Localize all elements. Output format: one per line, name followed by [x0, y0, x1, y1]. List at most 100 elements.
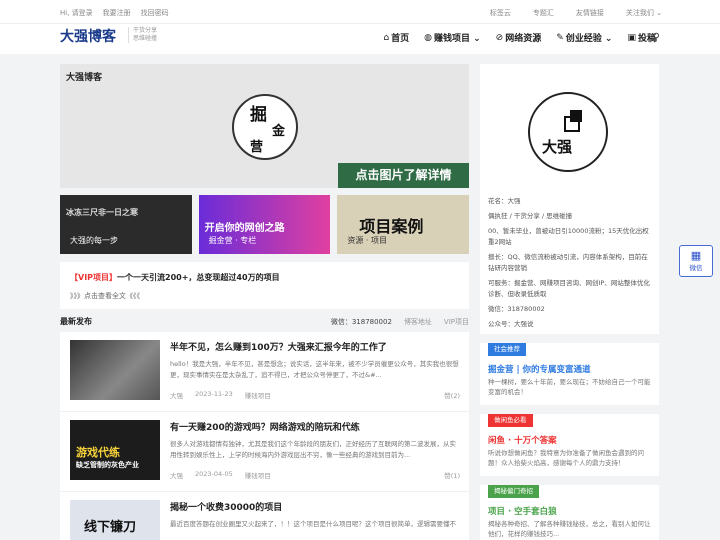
- nav-item-experience[interactable]: ✎ 创业经验 ⌄: [556, 31, 613, 45]
- follow-us-link[interactable]: 关注我们 ⌄: [626, 8, 662, 18]
- promo-title[interactable]: 掘金营 | 你的专属变富通道: [488, 363, 591, 375]
- thumb-headline: 冰冻三尺非一日之寒: [66, 208, 138, 217]
- post-title[interactable]: 揭秘一个收费30000的项目: [170, 500, 282, 513]
- wechat-id: 微信：318780002: [330, 318, 392, 326]
- vip-card[interactable]: 【VIP项目】一个一天引流200+，总变现超过40万的项目 》》》点击查看全文《…: [60, 262, 469, 309]
- main-nav: 大强博客 干货分享 思维碰撞 ⌂ 首页 ◍ 赚钱项目 ⌄ ⊘ 网络资源 ✎ 创业经验 ⌄…: [0, 24, 720, 54]
- post-excerpt: hello！我是大强，半年不见，甚是想念；说实话，这半年来，被不少学员催更公众号…: [170, 360, 459, 379]
- wechat-float-label: 微信: [689, 264, 703, 272]
- post-meta: 大强 2023-04-05 赚钱项目 赞(1): [170, 470, 460, 480]
- thumb-caption: 资源 · 项目: [347, 236, 387, 245]
- nav-item-label: 赚钱项目 ⌄: [433, 34, 481, 44]
- post-author[interactable]: 大强: [170, 390, 183, 400]
- edit-icon: ▣: [627, 32, 636, 43]
- logo-square-outline: [564, 116, 580, 132]
- vip-title: 【VIP项目】一个一天引流200+，总变现超过40万的项目: [70, 272, 280, 283]
- nav-menu: ⌂ 首页 ◍ 赚钱项目 ⌄ ⊘ 网络资源 ✎ 创业经验 ⌄ ▣ 投稿: [383, 31, 656, 45]
- vip-read-more[interactable]: 》》》点击查看全文《《《: [70, 291, 140, 301]
- vip-tag: 【VIP项目】: [70, 273, 118, 282]
- featured-thumbs: 冰冻三尺非一日之寒 大强的每一步 开启你的网创之路 掘金营 · 专栏 项目案例 …: [60, 195, 470, 254]
- site-logo[interactable]: 大强博客: [60, 26, 116, 46]
- post-likes[interactable]: 赞(2): [444, 390, 460, 400]
- profile-line: 花名：大强: [488, 197, 521, 205]
- thumbnail-headline: 线下镰刀: [84, 520, 137, 535]
- post-category[interactable]: 赚钱项目: [245, 470, 271, 480]
- forgot-password-link[interactable]: 找回密码: [141, 8, 169, 18]
- author-info: 花名：大强 偶执狂 / 干货分享 / 思维碰撞 00、暂未毕业，曾被动日引100…: [488, 196, 653, 334]
- profile-line: 00、暂未毕业，曾被动日引10000流粉；15天优化出权重2网站: [488, 227, 649, 246]
- promo-card[interactable]: 做闲鱼必看 闲鱼 · 十万个答案 听说你想做闲鱼？我特意为你准备了做闲鱼会遇到的…: [480, 414, 659, 476]
- promo-desc: 种一棵树，要么十年前，要么现在；不妨给自己一个可能变富的机会！: [488, 378, 651, 396]
- friend-links-link[interactable]: 友情链接: [576, 8, 604, 18]
- search-icon[interactable]: ⚲: [653, 32, 660, 43]
- post-thumbnail[interactable]: 线下镰刀: [70, 500, 160, 540]
- post-date: 2023-04-05: [195, 470, 233, 478]
- banner-cta[interactable]: 点击图片了解详情: [338, 163, 469, 188]
- promo-badge: 社会推荐: [488, 343, 526, 356]
- post-item[interactable]: 线下镰刀 揭秘一个收费30000的项目 最近百度答题在创业圈里又火起来了，！！这…: [60, 492, 469, 540]
- topics-link[interactable]: 专题汇: [533, 8, 554, 18]
- profile-line: 擅长：QQ、微信流粉被动引流，内容体系架构，目前在钻研内容营销: [488, 253, 648, 272]
- top-left-links: Hi, 请登录 我要注册 找回密码: [60, 8, 169, 18]
- hero-banner[interactable]: 大强博客 掘 金 营 点击图片了解详情: [60, 64, 469, 188]
- thumb-headline: 项目案例: [359, 217, 424, 236]
- profile-line: 微信：318780002: [488, 305, 545, 313]
- post-excerpt: 最近百度答题在创业圈里又火起来了，！！这个项目是什么项目呢？这个项目很简单，逻辑…: [170, 520, 456, 528]
- featured-thumb[interactable]: 开启你的网创之路 掘金营 · 专栏: [198, 195, 331, 254]
- promo-desc: 揭秘各种奇招、了解各种赚钱秘技，总之，看别人如何让他们，花样的赚钱技巧...: [488, 520, 651, 538]
- login-link[interactable]: Hi, 请登录: [60, 8, 93, 18]
- banner-seal-char-1: 掘: [250, 105, 267, 125]
- nav-item-label: 网络资源: [505, 34, 542, 44]
- post-thumbnail[interactable]: [70, 340, 160, 400]
- post-meta: 大强 2023-11-23 赚钱项目 赞(2): [170, 390, 460, 400]
- pencil-icon: ✎: [556, 32, 564, 43]
- thumb-headline: 开启你的网创之路: [204, 223, 285, 234]
- profile-line: 可服务：掘金营、网赚项目咨询、网创IP、网站整体优化诊断、但收录低质取: [488, 279, 650, 298]
- home-icon: ⌂: [383, 32, 390, 43]
- featured-thumb[interactable]: 项目案例 资源 · 项目: [337, 195, 470, 254]
- nav-item-home[interactable]: ⌂ 首页: [383, 31, 409, 45]
- compass-icon: ⊘: [495, 32, 504, 43]
- qrcode-icon: ▦: [690, 249, 702, 262]
- post-list: 半年不见，怎么赚到100万？大强来汇报今年的工作了 hello！我是大强，半年不…: [60, 332, 469, 540]
- post-category[interactable]: 赚钱项目: [245, 390, 271, 400]
- post-date: 2023-11-23: [195, 390, 233, 398]
- vip-projects-link[interactable]: VIP项目: [444, 317, 469, 327]
- post-likes[interactable]: 赞(1): [444, 470, 460, 480]
- thumb-caption: 掘金营 · 专栏: [208, 236, 257, 245]
- post-title[interactable]: 有一天赚200的游戏吗？网络游戏的陪玩和代练: [170, 420, 360, 433]
- site-slogan: 干货分享 思维碰撞: [128, 27, 157, 43]
- post-author[interactable]: 大强: [170, 470, 183, 480]
- blog-address-link[interactable]: 博客地址: [404, 317, 432, 327]
- post-excerpt: 很多人对游戏都情有独钟，尤其是我们这个年龄段的朋友们，正好经历了互联网的第二波发…: [170, 440, 456, 459]
- tag-cloud-link[interactable]: 标签云: [490, 8, 511, 18]
- section-title: 最新发布: [60, 317, 92, 326]
- latest-header: 最新发布 微信：318780002 博客地址 VIP项目: [60, 316, 469, 330]
- nav-item-resources[interactable]: ⊘ 网络资源: [495, 31, 542, 45]
- banner-seal-char-3: 营: [250, 140, 264, 155]
- vip-headline: 一个一天引流200+，总变现超过40万的项目: [117, 273, 280, 282]
- top-bar: Hi, 请登录 我要注册 找回密码 标签云 专题汇 友情链接 关注我们 ⌄: [0, 0, 720, 24]
- promo-badge: 做闲鱼必看: [488, 414, 533, 427]
- profile-line: 公众号：大强说: [488, 320, 534, 328]
- author-profile: 大强 花名：大强 偶执狂 / 干货分享 / 思维碰撞 00、暂未毕业，曾被动日引…: [480, 64, 659, 334]
- thumbnail-subline: 缺乏管制的灰色产业: [76, 461, 139, 469]
- nav-item-projects[interactable]: ◍ 赚钱项目 ⌄: [424, 31, 481, 45]
- post-title[interactable]: 半年不见，怎么赚到100万？大强来汇报今年的工作了: [170, 340, 387, 353]
- wechat-float-button[interactable]: ▦ 微信: [679, 245, 713, 277]
- nav-item-label: 创业经验 ⌄: [565, 34, 613, 44]
- post-thumbnail[interactable]: 游戏代练 缺乏管制的灰色产业: [70, 420, 160, 480]
- profile-line: 偶执狂 / 干货分享 / 思维碰撞: [488, 212, 573, 220]
- promo-badge: 揭秘偏门奇招: [488, 485, 539, 498]
- post-item[interactable]: 游戏代练 缺乏管制的灰色产业 有一天赚200的游戏吗？网络游戏的陪玩和代练 很多…: [60, 412, 469, 492]
- post-item[interactable]: 半年不见，怎么赚到100万？大强来汇报今年的工作了 hello！我是大强，半年不…: [60, 332, 469, 412]
- promo-card[interactable]: 揭秘偏门奇招 项目 · 空手套白狼 揭秘各种奇招、了解各种赚钱秘技，总之，看别人…: [480, 485, 659, 540]
- register-link[interactable]: 我要注册: [103, 8, 131, 18]
- promo-card[interactable]: 社会推荐 掘金营 | 你的专属变富通道 种一棵树，要么十年前，要么现在；不妨给自…: [480, 343, 659, 405]
- promo-title[interactable]: 项目 · 空手套白狼: [488, 505, 557, 517]
- featured-thumb[interactable]: 冰冻三尺非一日之寒 大强的每一步: [60, 195, 192, 254]
- banner-seal-char-2: 金: [272, 124, 286, 139]
- promo-desc: 听说你想做闲鱼？我特意为你准备了做闲鱼会遇到的问题！众人拾柴火焰高，感谢每个人的…: [488, 449, 644, 467]
- author-logo: 大强: [528, 92, 608, 172]
- promo-title[interactable]: 闲鱼 · 十万个答案: [488, 434, 557, 446]
